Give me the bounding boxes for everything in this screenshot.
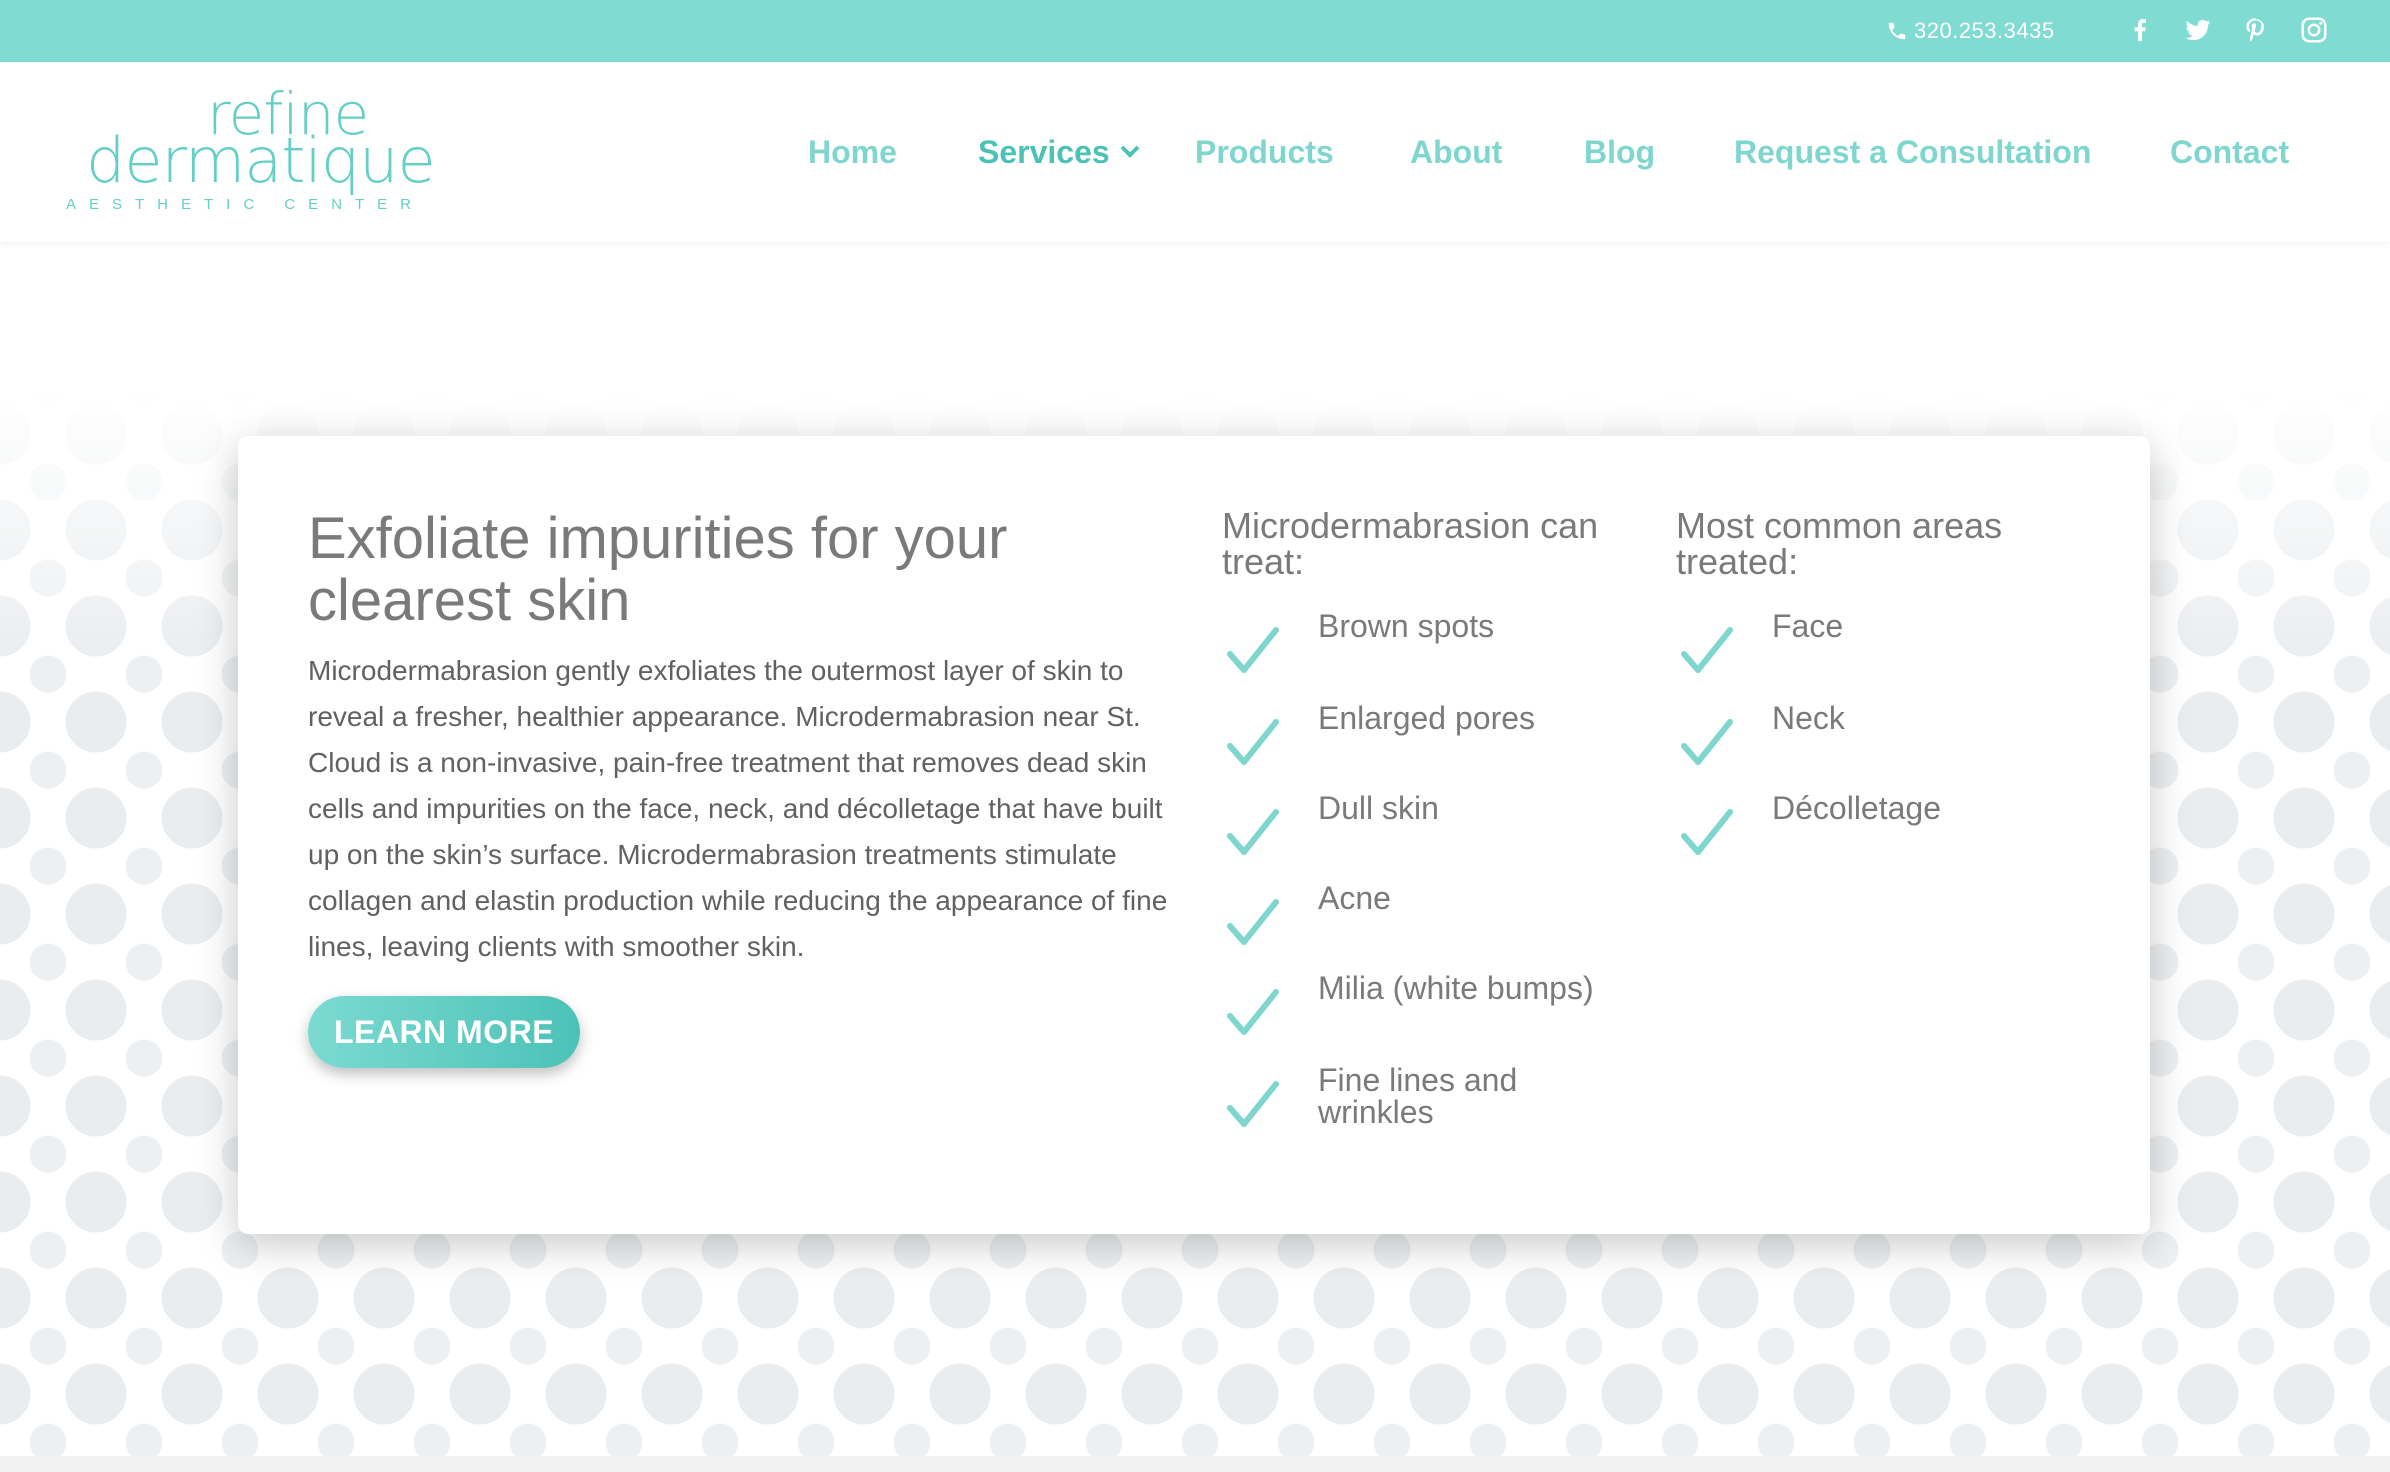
check-icon	[1227, 719, 1279, 765]
nav-blog-label: Blog	[1584, 133, 1656, 170]
facebook-icon	[2134, 19, 2146, 42]
phone-number: 320.253.3435	[1914, 18, 2055, 43]
list-item: Face	[1680, 610, 2072, 676]
site-header: refine dermatique AESTHETIC CENTER Home …	[0, 62, 2390, 242]
nav-request-consultation-label: Request a Consultation	[1734, 133, 2092, 170]
check-icon	[1227, 1081, 1279, 1127]
instagram-icon	[2301, 17, 2327, 43]
list-item-label: Acne	[1318, 880, 1391, 916]
check-icon	[1681, 809, 1733, 855]
check-icon	[1227, 989, 1279, 1035]
twitter-link[interactable]	[2180, 12, 2216, 48]
instagram-link[interactable]	[2296, 12, 2332, 48]
list-item: Milia (white bumps)	[1226, 972, 1618, 1038]
nav-request-consultation[interactable]: Request a Consultation	[1734, 132, 2091, 172]
check-icon	[1681, 627, 1733, 673]
logo-line2: dermatique	[86, 124, 436, 197]
check-icon	[1227, 809, 1279, 855]
list-item-label: Enlarged pores	[1318, 700, 1536, 736]
nav-home[interactable]: Home	[808, 132, 897, 172]
areas-heading: Most common areas treated:	[1676, 505, 2003, 582]
list-item: Brown spots	[1226, 610, 1618, 676]
nav-services-label: Services	[978, 133, 1110, 170]
areas-list: Face Neck Décolletage	[1680, 610, 2110, 900]
treats-list: Brown spots Enlarged pores Dull skin Acn…	[1226, 610, 1656, 1160]
top-bar: 320.253.3435	[0, 0, 2390, 62]
list-item-label: Dull skin	[1318, 790, 1439, 826]
chevron-down-icon	[1120, 145, 1140, 159]
list-item: Acne	[1226, 882, 1618, 948]
site-logo[interactable]: refine dermatique AESTHETIC CENTER	[62, 84, 436, 244]
list-item-label: Milia (white bumps)	[1318, 970, 1594, 1006]
phone-icon	[1888, 22, 1906, 40]
list-item-label: Décolletage	[1772, 790, 1941, 826]
phone-link[interactable]: 320.253.3435	[1886, 16, 2055, 46]
check-icon	[1681, 719, 1733, 765]
list-item-label: Brown spots	[1318, 608, 1495, 644]
content-card: Exfoliate impurities for your clearest s…	[238, 436, 2150, 1234]
list-item-label: Neck	[1772, 700, 1845, 736]
nav-about[interactable]: About	[1410, 132, 1502, 172]
card-description: Microdermabrasion gently exfoliates the …	[308, 655, 1168, 962]
check-icon	[1227, 899, 1279, 945]
nav-services[interactable]: Services	[978, 132, 1140, 172]
list-item-label: Fine lines and wrinkles	[1318, 1062, 1518, 1130]
nav-products-label: Products	[1195, 133, 1334, 170]
list-item-label: Face	[1772, 608, 1844, 644]
nav-about-label: About	[1410, 133, 1503, 170]
list-item: Dull skin	[1226, 792, 1618, 858]
card-heading: Exfoliate impurities for your clearest s…	[308, 506, 1008, 633]
pinterest-icon	[2246, 18, 2264, 42]
pinterest-link[interactable]	[2238, 12, 2274, 48]
list-item: Décolletage	[1680, 792, 2072, 858]
learn-more-button[interactable]: LEARN MORE	[308, 996, 580, 1068]
bottom-divider	[0, 1456, 2390, 1472]
nav-blog[interactable]: Blog	[1584, 132, 1655, 172]
facebook-link[interactable]	[2122, 12, 2158, 48]
check-icon	[1227, 627, 1279, 673]
nav-products[interactable]: Products	[1195, 132, 1334, 172]
nav-home-label: Home	[808, 133, 897, 170]
list-item: Neck	[1680, 702, 2072, 768]
list-item: Fine lines and wrinkles	[1226, 1064, 1618, 1130]
twitter-icon	[2185, 19, 2211, 41]
list-item: Enlarged pores	[1226, 702, 1618, 768]
nav-contact-label: Contact	[2170, 133, 2290, 170]
treats-heading: Microdermabrasion can treat:	[1222, 505, 1599, 582]
logo-tagline: AESTHETIC CENTER	[66, 196, 425, 213]
nav-contact[interactable]: Contact	[2170, 132, 2289, 172]
